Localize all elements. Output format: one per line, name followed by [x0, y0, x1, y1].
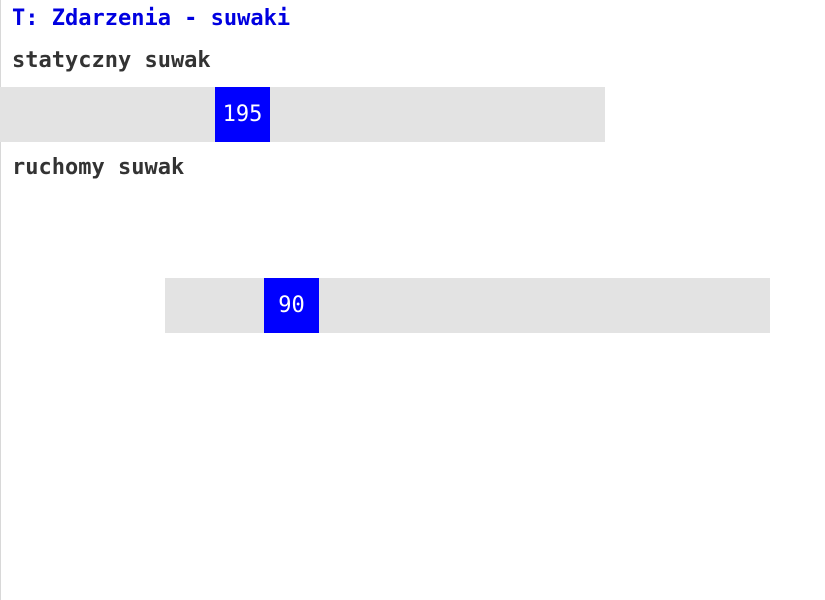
static-slider-thumb[interactable]: 195 — [215, 87, 270, 142]
moving-slider-label: ruchomy suwak — [12, 155, 185, 180]
static-slider-track[interactable]: 195 — [0, 87, 605, 142]
static-slider-label: statyczny suwak — [12, 48, 211, 73]
moving-slider-thumb[interactable]: 90 — [264, 278, 319, 333]
moving-slider-track[interactable]: 90 — [165, 278, 770, 333]
page-title: T: Zdarzenia - suwaki — [12, 6, 291, 31]
